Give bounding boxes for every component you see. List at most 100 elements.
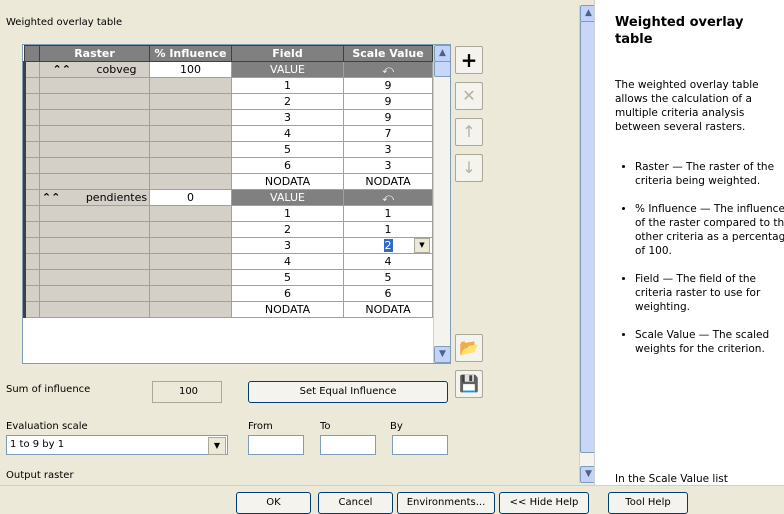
raster-empty-cell (39, 269, 150, 286)
row-header[interactable] (23, 141, 40, 158)
raster-empty-cell (39, 77, 150, 94)
influence-empty-cell (149, 157, 232, 174)
scale-value-cell[interactable]: 9 (343, 77, 433, 94)
ok-button[interactable]: OK (236, 492, 311, 514)
header-scale-value[interactable]: Scale Value (343, 45, 433, 62)
scroll-down-icon[interactable]: ▼ (434, 346, 450, 363)
sum-of-influence-value: 100 (152, 381, 222, 403)
scale-value-cell[interactable]: NODATA (343, 301, 433, 318)
scale-value-cell[interactable]: 3 (343, 157, 433, 174)
table-row[interactable]: NODATA NODATA (23, 301, 433, 318)
table-row[interactable]: 29 (23, 93, 433, 110)
row-header[interactable] (23, 269, 40, 286)
hide-help-button[interactable]: << Hide Help (499, 492, 589, 514)
row-header[interactable] (23, 173, 40, 190)
scale-value-dropdown[interactable]: 2 ▼ (343, 237, 433, 254)
environments-button[interactable]: Environments... (397, 492, 495, 514)
table-row[interactable]: 66 (23, 285, 433, 302)
header-influence[interactable]: % Influence (149, 45, 232, 62)
scale-value-cell[interactable]: 1 (343, 205, 433, 222)
chevron-down-icon[interactable]: ▼ (414, 238, 430, 253)
scale-value-cell[interactable]: NODATA (343, 173, 433, 190)
row-header[interactable] (23, 237, 40, 254)
arrow-down-icon: ↓ (462, 158, 476, 177)
table-row[interactable]: 44 (23, 253, 433, 270)
field-value-cell: 3 (231, 237, 344, 254)
undo-icon[interactable]: ⤺ (343, 61, 433, 78)
row-header[interactable] (23, 189, 40, 206)
undo-icon[interactable]: ⤺ (343, 189, 433, 206)
save-table-button[interactable]: 💾 (455, 370, 483, 398)
table-row[interactable]: 55 (23, 269, 433, 286)
table-row[interactable]: 53 (23, 141, 433, 158)
cancel-button[interactable]: Cancel (318, 492, 393, 514)
table-row[interactable]: 63 (23, 157, 433, 174)
scroll-thumb[interactable] (434, 61, 450, 77)
raster-group-row[interactable]: ⌃⌃ pendientes 0 VALUE ⤺ (23, 189, 433, 206)
table-row[interactable]: 47 (23, 125, 433, 142)
scale-value-cell[interactable]: 9 (343, 109, 433, 126)
header-raster[interactable]: Raster (39, 45, 150, 62)
row-header[interactable] (23, 93, 40, 110)
row-header[interactable] (23, 253, 40, 270)
dialog-vertical-scrollbar[interactable]: ▲ ▼ (579, 5, 597, 483)
row-header[interactable] (23, 157, 40, 174)
field-value-cell: 5 (231, 141, 344, 158)
row-header[interactable] (23, 285, 40, 302)
collapse-icon[interactable]: ⌃⌃ (53, 63, 71, 76)
table-row[interactable]: 3 2 ▼ (23, 237, 433, 254)
row-header[interactable] (23, 61, 40, 78)
open-table-button[interactable]: 📂 (455, 334, 483, 362)
add-raster-button[interactable]: + (455, 46, 483, 74)
set-equal-influence-button[interactable]: Set Equal Influence (248, 381, 448, 403)
chevron-down-icon[interactable]: ▼ (208, 437, 226, 455)
table-row[interactable]: NODATA NODATA (23, 173, 433, 190)
row-header[interactable] (23, 221, 40, 238)
raster-cell[interactable]: ⌃⌃ cobveg (39, 61, 150, 78)
row-header[interactable] (23, 301, 40, 318)
row-header[interactable] (23, 77, 40, 94)
scale-value-cell[interactable]: 3 (343, 141, 433, 158)
raster-cell[interactable]: ⌃⌃ pendientes (39, 189, 150, 206)
table-row[interactable]: 19 (23, 77, 433, 94)
scale-value-cell[interactable]: 9 (343, 93, 433, 110)
row-header[interactable] (23, 205, 40, 222)
influence-cell[interactable]: 0 (149, 189, 232, 206)
scale-value-cell[interactable]: 7 (343, 125, 433, 142)
scale-value-selected: 2 (383, 239, 393, 252)
scale-value-cell[interactable]: 5 (343, 269, 433, 286)
header-field[interactable]: Field (231, 45, 344, 62)
collapse-icon[interactable]: ⌃⌃ (42, 191, 60, 204)
influence-empty-cell (149, 141, 232, 158)
arrow-up-icon: ↑ (462, 122, 476, 141)
scale-value-cell[interactable]: 6 (343, 285, 433, 302)
row-header[interactable] (23, 109, 40, 126)
remove-raster-button[interactable]: ✕ (455, 82, 483, 110)
evaluation-scale-value: 1 to 9 by 1 (10, 439, 65, 450)
raster-name: pendientes (85, 191, 148, 204)
field-header-cell[interactable]: VALUE (231, 189, 344, 206)
scale-value-cell[interactable]: 4 (343, 253, 433, 270)
raster-group-row[interactable]: ⌃⌃ cobveg 100 VALUE ⤺ (23, 61, 433, 78)
table-row[interactable]: 11 (23, 205, 433, 222)
grid-vertical-scrollbar[interactable]: ▲ ▼ (433, 45, 450, 363)
field-value-cell: 6 (231, 157, 344, 174)
from-input[interactable] (248, 435, 304, 455)
evaluation-scale-select[interactable]: 1 to 9 by 1 ▼ (6, 435, 228, 455)
tool-help-button[interactable]: Tool Help (608, 492, 688, 514)
table-row[interactable]: 21 (23, 221, 433, 238)
weighted-overlay-grid[interactable]: Raster % Influence Field Scale Value ⌃⌃ … (22, 44, 451, 364)
row-header[interactable] (23, 125, 40, 142)
to-input[interactable] (320, 435, 376, 455)
move-up-button[interactable]: ↑ (455, 118, 483, 146)
by-input[interactable] (392, 435, 448, 455)
influence-cell[interactable]: 100 (149, 61, 232, 78)
scale-value-cell[interactable]: 1 (343, 221, 433, 238)
field-header-cell[interactable]: VALUE (231, 61, 344, 78)
scroll-up-icon[interactable]: ▲ (434, 45, 450, 62)
dialog-button-bar: OK Cancel Environments... << Hide Help T… (0, 485, 784, 514)
output-raster-label: Output raster (6, 470, 74, 481)
field-value-cell: 3 (231, 109, 344, 126)
table-row[interactable]: 39 (23, 109, 433, 126)
move-down-button[interactable]: ↓ (455, 154, 483, 182)
